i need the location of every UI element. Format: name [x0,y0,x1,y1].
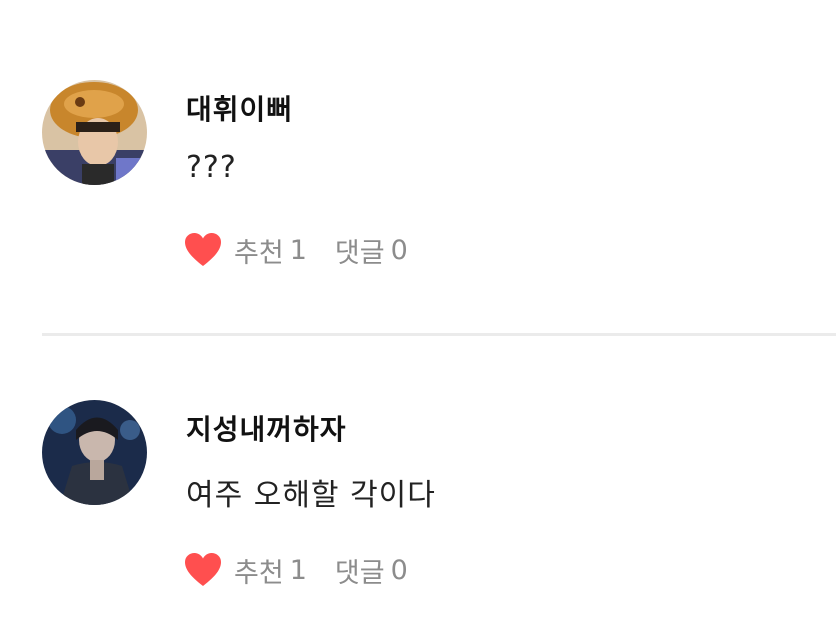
reply-button[interactable]: 댓글 0 [335,551,408,590]
reply-count: 0 [390,554,408,586]
reply-button[interactable]: 댓글 0 [335,231,408,270]
avatar[interactable] [42,80,147,185]
like-label[interactable]: 추천 [234,551,284,590]
comment-actions: 추천 1 댓글 0 [184,548,408,592]
comment-actions: 추천 1 댓글 0 [184,228,408,272]
like-label[interactable]: 추천 [234,231,284,270]
avatar-image [42,80,147,185]
comment-text: 여주 오해할 각이다 [186,478,436,513]
comment-author[interactable]: 지성내꺼하자 [186,408,347,448]
reply-label[interactable]: 댓글 [335,231,385,270]
comment-divider [42,333,836,336]
like-count: 1 [289,234,307,266]
avatar-image [42,400,147,505]
reply-label[interactable]: 댓글 [335,551,385,590]
heart-icon[interactable] [184,552,222,588]
heart-icon[interactable] [184,232,222,268]
avatar[interactable] [42,400,147,505]
comment-text: ??? [186,150,237,185]
comment-author[interactable]: 대휘이뻐 [186,88,293,128]
comment-list: 대휘이뻐 ??? 추천 1 댓글 0 지성내꺼하자 여주 오해할 각이다 추천 … [0,0,836,627]
reply-count: 0 [390,234,408,266]
like-count: 1 [289,554,307,586]
